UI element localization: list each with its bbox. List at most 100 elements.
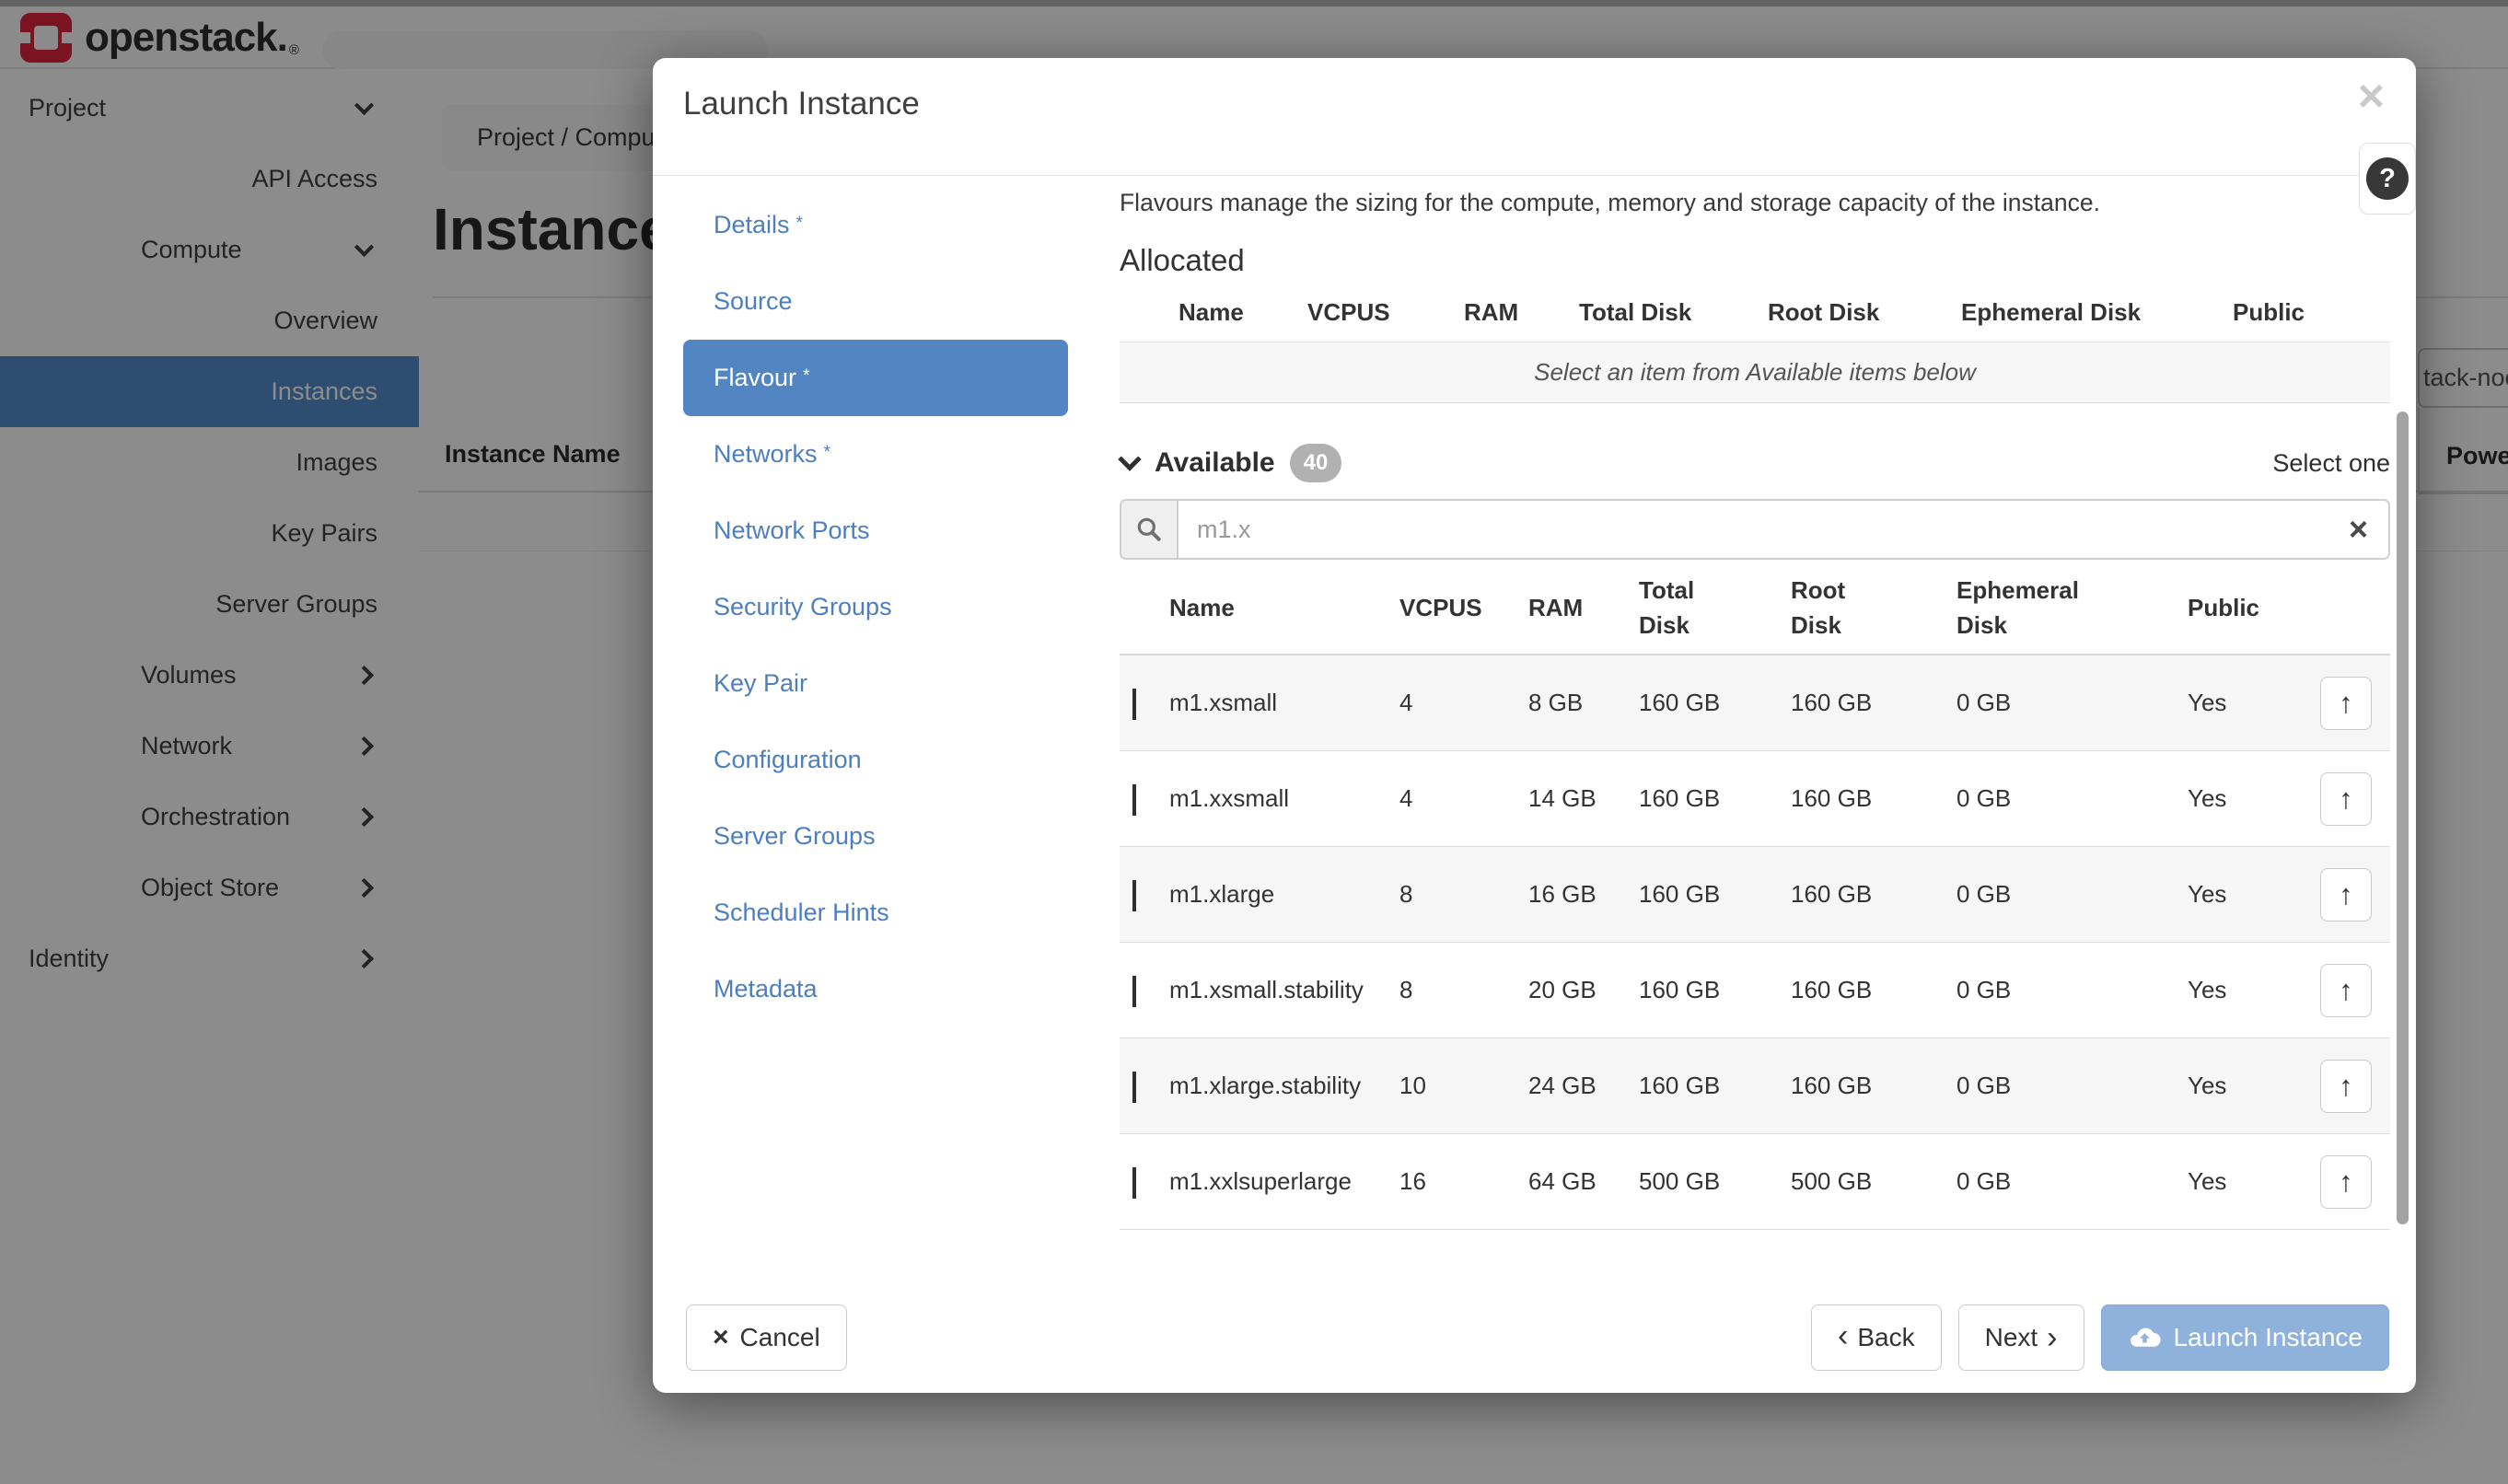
flavor-name: m1.xxsmall <box>1169 780 1289 817</box>
flavor-ephemeral-disk: 0 GB <box>1956 784 2173 813</box>
modal-scrollbar-thumb[interactable] <box>2397 412 2409 1224</box>
allocate-flavor-button[interactable]: ↑ <box>2320 677 2372 730</box>
flavor-ram: 24 GB <box>1528 1072 1639 1100</box>
cloud-upload-icon <box>2128 1321 2161 1354</box>
next-button[interactable]: Next › <box>1958 1304 2084 1371</box>
column-header-label: Public <box>2188 591 2259 626</box>
expand-chevron-icon[interactable] <box>1132 1072 1136 1103</box>
expand-chevron-icon[interactable] <box>1132 689 1136 720</box>
wizard-step-flavour[interactable]: Flavour * <box>683 340 1068 416</box>
select-one-hint: Select one <box>2272 449 2390 478</box>
wizard-step-security-groups[interactable]: Security Groups <box>683 569 1068 645</box>
cancel-button[interactable]: × Cancel <box>686 1304 847 1371</box>
expand-chevron-icon[interactable] <box>1132 1167 1136 1199</box>
allocate-flavor-button[interactable]: ↑ <box>2320 772 2372 826</box>
launch-instance-modal: Launch Instance × ? Details*SourceFlavou… <box>653 58 2416 1393</box>
flavor-root-disk: 160 GB <box>1791 976 1956 1004</box>
wizard-step-label: Metadata <box>714 975 818 1003</box>
flavor-ram: 20 GB <box>1528 976 1639 1004</box>
wizard-step-label: Details <box>714 211 790 239</box>
wizard-step-scheduler-hints[interactable]: Scheduler Hints <box>683 875 1068 951</box>
flavor-public: Yes <box>2173 689 2302 717</box>
column-header-label: Name <box>1169 591 1235 626</box>
flavor-ram: 14 GB <box>1528 784 1639 813</box>
allocate-flavor-button[interactable]: ↑ <box>2320 868 2372 922</box>
flavor-public: Yes <box>2173 1167 2302 1196</box>
wizard-step-server-groups[interactable]: Server Groups <box>683 798 1068 875</box>
flavor-total-disk: 160 GB <box>1639 784 1791 813</box>
column-header-label: Total Disk <box>1639 574 1742 643</box>
wizard-step-label: Networks <box>714 440 818 469</box>
launch-instance-button[interactable]: Launch Instance <box>2101 1304 2390 1371</box>
wizard-step-label: Network Ports <box>714 516 870 545</box>
back-button[interactable]: ‹ Back <box>1811 1304 1942 1371</box>
expand-cell <box>1120 784 1169 813</box>
close-icon[interactable]: × <box>2358 73 2385 119</box>
available-column-header: RAM <box>1528 591 1639 626</box>
allocated-header-row: NameVCPUSRAMTotal DiskRoot DiskEphemeral… <box>1120 284 2390 342</box>
flavor-vcpus: 8 <box>1399 880 1528 909</box>
wizard-step-key-pair[interactable]: Key Pair <box>683 645 1068 722</box>
flavor-vcpus: 4 <box>1399 784 1528 813</box>
flavor-public: Yes <box>2173 880 2302 909</box>
allocated-column-header: RAM <box>1464 298 1579 327</box>
flavor-total-disk: 160 GB <box>1639 880 1791 909</box>
required-asterisk: * <box>803 365 810 387</box>
modal-footer: × Cancel ‹ Back Next › Launch Instance <box>653 1304 2416 1371</box>
wizard-step-details[interactable]: Details* <box>683 187 1068 263</box>
flavor-row[interactable]: m1.xlarge.stability1024 GB160 GB160 GB0 … <box>1120 1038 2390 1134</box>
flavor-row[interactable]: m1.xlarge816 GB160 GB160 GB0 GBYes↑ <box>1120 847 2390 943</box>
available-column-header: Total Disk <box>1639 574 1791 643</box>
wizard-step-label: Server Groups <box>714 822 876 851</box>
allocated-empty-row: Select an item from Available items belo… <box>1120 342 2390 403</box>
allocate-flavor-button[interactable]: ↑ <box>2320 1155 2372 1209</box>
allocate-flavor-button[interactable]: ↑ <box>2320 964 2372 1017</box>
flavor-ephemeral-disk: 0 GB <box>1956 1167 2173 1196</box>
available-section-header: Available 40 Select one <box>1120 444 2390 482</box>
expand-chevron-icon[interactable] <box>1132 880 1136 911</box>
expand-chevron-icon[interactable] <box>1132 976 1136 1007</box>
clear-search-icon[interactable]: × <box>2349 513 2368 546</box>
flavor-name: m1.xxlsuperlarge <box>1169 1163 1352 1200</box>
expand-cell <box>1120 689 1169 717</box>
allocate-flavor-button[interactable]: ↑ <box>2320 1060 2372 1113</box>
flavor-row[interactable]: m1.xsmall48 GB160 GB160 GB0 GBYes↑ <box>1120 655 2390 751</box>
column-header-label: RAM <box>1528 591 1583 626</box>
flavor-root-disk: 160 GB <box>1791 784 1956 813</box>
flavor-root-disk: 500 GB <box>1791 1167 1956 1196</box>
wizard-step-label: Security Groups <box>714 593 892 621</box>
wizard-step-label: Source <box>714 287 793 316</box>
wizard-step-configuration[interactable]: Configuration <box>683 722 1068 798</box>
column-header-label: Root Disk <box>1791 574 1894 643</box>
flavor-row[interactable]: m1.xxlsuperlarge1664 GB500 GB500 GB0 GBY… <box>1120 1134 2390 1230</box>
expand-chevron-icon[interactable] <box>1132 784 1136 816</box>
allocated-column-header: VCPUS <box>1307 298 1464 327</box>
flavor-vcpus: 4 <box>1399 689 1528 717</box>
flavor-row[interactable]: m1.xxsmall414 GB160 GB160 GB0 GBYes↑ <box>1120 751 2390 847</box>
step-description: Flavours manage the sizing for the compu… <box>1120 189 2390 217</box>
flavor-name: m1.xsmall <box>1169 684 1277 721</box>
available-count-badge: 40 <box>1290 444 1342 482</box>
flavor-row[interactable]: m1.xsmall.stability820 GB160 GB160 GB0 G… <box>1120 943 2390 1038</box>
allocated-column-header: Name <box>1179 298 1307 327</box>
allocated-heading: Allocated <box>1120 243 2390 278</box>
flavor-name-cell: m1.xlarge <box>1169 875 1399 912</box>
flavor-search: × <box>1120 499 2390 560</box>
available-column-header: Ephemeral Disk <box>1956 574 2173 643</box>
search-input[interactable] <box>1179 516 2388 544</box>
wizard-step-label: Flavour <box>714 364 796 392</box>
flavor-root-disk: 160 GB <box>1791 1072 1956 1100</box>
flavor-ephemeral-disk: 0 GB <box>1956 880 2173 909</box>
flavor-name: m1.xlarge <box>1169 875 1274 912</box>
available-column-header: VCPUS <box>1399 591 1528 626</box>
allocated-column-header: Public <box>2233 298 2390 327</box>
collapse-chevron-icon[interactable] <box>1118 447 1141 470</box>
wizard-step-metadata[interactable]: Metadata <box>683 951 1068 1027</box>
wizard-step-network-ports[interactable]: Network Ports <box>683 493 1068 569</box>
flavor-total-disk: 160 GB <box>1639 1072 1791 1100</box>
flavor-name-cell: m1.xxsmall <box>1169 780 1399 817</box>
wizard-step-source[interactable]: Source <box>683 263 1068 340</box>
flavor-public: Yes <box>2173 1072 2302 1100</box>
wizard-step-networks[interactable]: Networks* <box>683 416 1068 493</box>
flavor-vcpus: 10 <box>1399 1072 1528 1100</box>
